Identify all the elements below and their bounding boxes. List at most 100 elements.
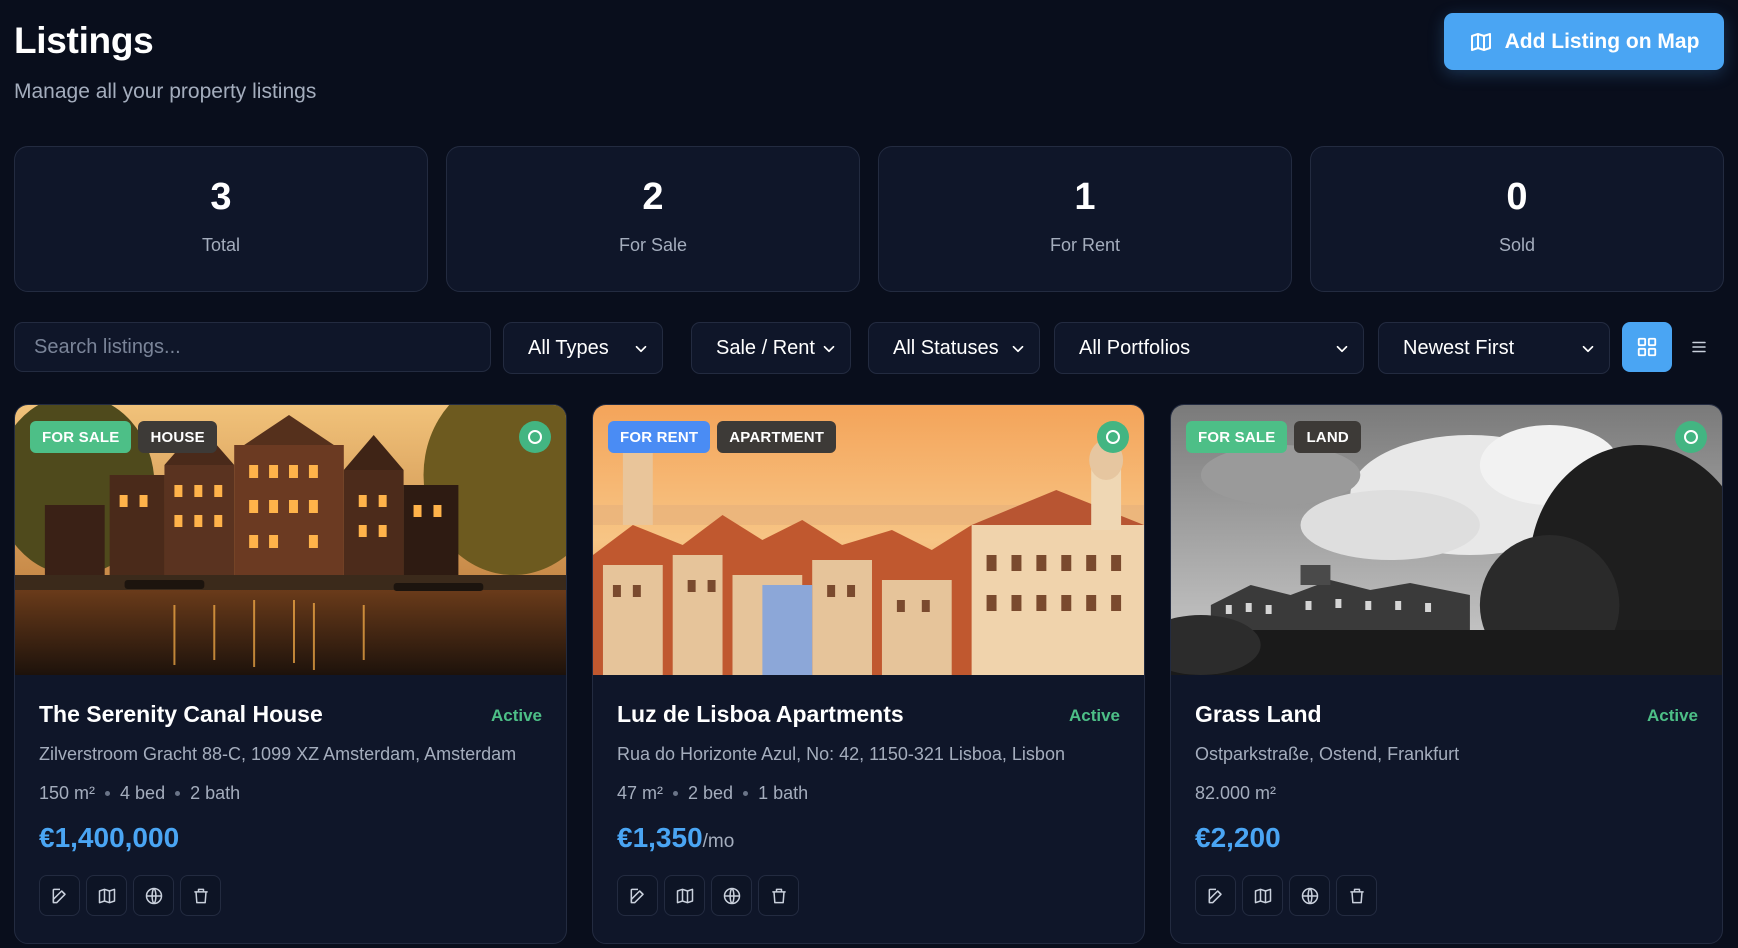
type-badge: HOUSE xyxy=(138,421,217,453)
sort-select[interactable]: Newest First xyxy=(1378,322,1610,374)
listing-card[interactable]: FOR SALE HOUSE The Serenity Canal House … xyxy=(14,404,567,944)
stat-card-for-rent: 1 For Rent xyxy=(878,146,1292,292)
listing-photo: FOR SALE HOUSE xyxy=(15,405,566,675)
listing-actions xyxy=(39,875,221,916)
globe-icon xyxy=(1301,887,1318,904)
view-on-map-button[interactable] xyxy=(1242,875,1283,916)
listing-beds: 4 bed xyxy=(120,783,166,803)
trash-icon xyxy=(193,888,208,903)
grid-icon xyxy=(1637,337,1657,357)
chevron-down-icon xyxy=(1582,345,1594,353)
listing-actions xyxy=(617,875,799,916)
portfolio-select-value: All Portfolios xyxy=(1079,336,1191,359)
sale-rent-select[interactable]: Sale / Rent xyxy=(691,322,851,374)
listing-address: Zilverstroom Gracht 88-C, 1099 XZ Amster… xyxy=(39,744,517,764)
edit-button[interactable] xyxy=(39,875,80,916)
filter-bar: All Types Sale / Rent All Statuses All P… xyxy=(14,322,1724,374)
listing-price: €1,400,000 xyxy=(39,822,542,854)
type-select[interactable]: All Types xyxy=(503,322,663,374)
edit-icon xyxy=(52,888,66,903)
list-view-toggle[interactable] xyxy=(1674,322,1724,372)
listing-card[interactable]: FOR SALE LAND Grass Land Active Ostparks… xyxy=(1170,404,1723,944)
listing-price-value: €2,200 xyxy=(1195,822,1281,853)
map-icon xyxy=(98,888,115,903)
meta-separator xyxy=(743,791,749,796)
view-on-map-button[interactable] xyxy=(664,875,705,916)
listing-grid: FOR SALE HOUSE The Serenity Canal House … xyxy=(14,404,1724,944)
status-select[interactable]: All Statuses xyxy=(868,322,1040,374)
add-listing-on-map-button[interactable]: Add Listing on Map xyxy=(1444,13,1724,70)
listing-area: 82.000 m² xyxy=(1195,783,1277,803)
stat-value: 1 xyxy=(1074,176,1096,218)
status-indicator-icon xyxy=(1675,421,1707,453)
status-indicator-icon xyxy=(519,421,551,453)
listing-address: Ostparkstraße, Ostend, Frankfurt xyxy=(1195,744,1460,764)
listing-meta: 47 m² 2 bed 1 bath xyxy=(617,783,1120,804)
delete-button[interactable] xyxy=(758,875,799,916)
meta-separator xyxy=(105,791,111,796)
edit-icon xyxy=(630,888,644,903)
publish-button[interactable] xyxy=(133,875,174,916)
edit-button[interactable] xyxy=(1195,875,1236,916)
listing-badges: FOR SALE LAND xyxy=(1186,421,1361,453)
delete-button[interactable] xyxy=(1336,875,1377,916)
deal-badge: FOR SALE xyxy=(30,421,132,453)
stat-card-sold: 0 Sold xyxy=(1310,146,1724,292)
listing-photo: FOR SALE LAND xyxy=(1171,405,1722,675)
globe-icon xyxy=(723,887,740,904)
delete-button[interactable] xyxy=(180,875,221,916)
listing-title: Grass Land xyxy=(1195,701,1322,727)
grid-view-toggle[interactable] xyxy=(1622,322,1672,372)
publish-button[interactable] xyxy=(711,875,752,916)
listing-price-value: €1,350 xyxy=(617,822,703,853)
type-select-value: All Types xyxy=(528,336,609,359)
sort-select-value: Newest First xyxy=(1403,336,1515,359)
stat-value: 2 xyxy=(642,176,664,218)
listing-title: The Serenity Canal House xyxy=(39,701,323,727)
portfolio-select[interactable]: All Portfolios xyxy=(1054,322,1364,374)
add-listing-on-map-label: Add Listing on Map xyxy=(1504,29,1700,53)
list-icon xyxy=(1692,341,1706,353)
listing-badges: FOR RENT APARTMENT xyxy=(608,421,837,453)
type-badge: APARTMENT xyxy=(717,421,837,453)
stats-row: 3 Total 2 For Sale 1 For Rent 0 Sold xyxy=(14,146,1724,292)
listing-actions xyxy=(1195,875,1377,916)
listing-meta: 150 m² 4 bed 2 bath xyxy=(39,783,542,804)
listing-body: The Serenity Canal House Active Zilverst… xyxy=(39,701,542,854)
trash-icon xyxy=(1349,888,1364,903)
status-indicator-icon xyxy=(1097,421,1129,453)
stat-label: For Rent xyxy=(1049,235,1121,255)
status-select-value: All Statuses xyxy=(893,336,999,359)
listing-status: Active xyxy=(1646,706,1698,725)
listing-card[interactable]: FOR RENT APARTMENT Luz de Lisboa Apartme… xyxy=(592,404,1145,944)
publish-button[interactable] xyxy=(1289,875,1330,916)
listing-baths: 1 bath xyxy=(758,783,809,803)
listing-price-value: €1,400,000 xyxy=(39,822,180,853)
deal-badge: FOR SALE xyxy=(1186,421,1288,453)
deal-badge: FOR RENT xyxy=(608,421,711,453)
listing-area: 47 m² xyxy=(617,783,664,803)
listing-address: Rua do Horizonte Azul, No: 42, 1150-321 … xyxy=(617,744,1065,764)
listing-baths: 2 bath xyxy=(190,783,241,803)
stat-label: Total xyxy=(201,235,241,255)
listing-beds: 2 bed xyxy=(688,783,734,803)
view-on-map-button[interactable] xyxy=(86,875,127,916)
edit-button[interactable] xyxy=(617,875,658,916)
trash-icon xyxy=(771,888,786,903)
search-input[interactable] xyxy=(14,322,491,372)
sale-rent-select-value: Sale / Rent xyxy=(716,336,815,359)
listing-title: Luz de Lisboa Apartments xyxy=(617,701,904,727)
listing-badges: FOR SALE HOUSE xyxy=(30,421,217,453)
type-badge: LAND xyxy=(1294,421,1361,453)
map-icon xyxy=(676,888,693,903)
stat-value: 0 xyxy=(1506,176,1528,218)
map-icon xyxy=(1254,888,1271,903)
listing-status: Active xyxy=(490,706,542,725)
chevron-down-icon xyxy=(823,345,835,353)
listing-area: 150 m² xyxy=(39,783,96,803)
stat-label: For Sale xyxy=(618,235,688,255)
edit-icon xyxy=(1208,888,1222,903)
listing-body: Luz de Lisboa Apartments Active Rua do H… xyxy=(617,701,1120,854)
listing-meta: 82.000 m² xyxy=(1195,783,1698,804)
listing-status: Active xyxy=(1068,706,1120,725)
